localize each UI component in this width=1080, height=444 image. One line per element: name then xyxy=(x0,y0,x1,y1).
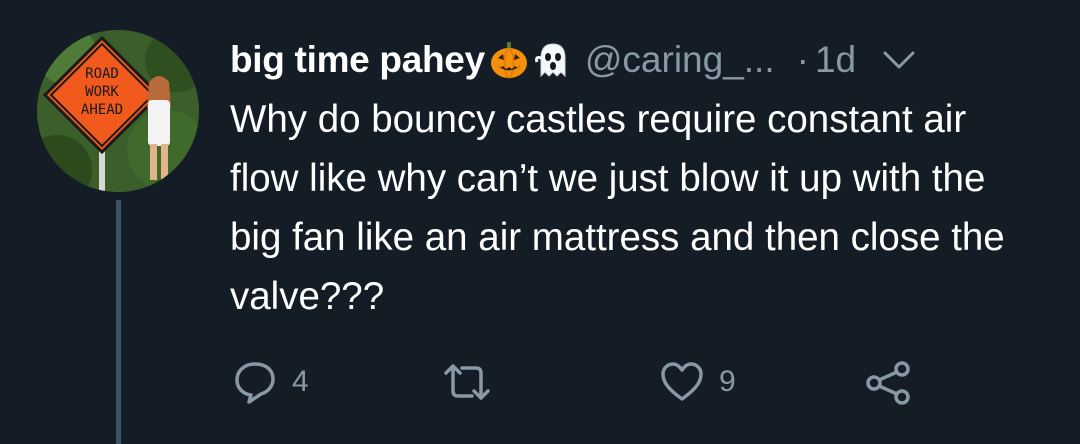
tweet-text: Why do bouncy castles require constant a… xyxy=(230,98,1005,318)
jack-o-lantern-icon xyxy=(490,42,527,79)
reply-button[interactable]: 4 xyxy=(232,357,309,407)
display-name[interactable]: big time pahey xyxy=(230,39,485,81)
reply-count: 4 xyxy=(292,365,309,398)
retweet-button[interactable] xyxy=(440,357,508,407)
like-count: 9 xyxy=(719,365,736,398)
sign-text-line-3: AHEAD xyxy=(81,102,123,118)
tweet-header: big time pahey @caring_... · 1d xyxy=(230,32,1050,88)
reply-icon xyxy=(235,362,275,404)
timestamp[interactable]: 1d xyxy=(815,39,856,81)
share-button[interactable] xyxy=(864,357,914,407)
ghost-icon xyxy=(534,43,566,78)
like-button[interactable]: 9 xyxy=(659,357,736,407)
tweet-actions: 4 9 xyxy=(232,357,932,407)
avatar[interactable]: ROAD WORK AHEAD xyxy=(37,30,199,192)
chevron-down-icon[interactable] xyxy=(882,49,916,71)
user-handle[interactable]: @caring_... xyxy=(585,39,775,81)
avatar-column: ROAD WORK AHEAD xyxy=(37,30,199,192)
thread-line xyxy=(116,200,121,444)
retweet-icon xyxy=(444,364,490,400)
share-icon xyxy=(866,361,910,405)
heart-icon xyxy=(661,362,703,401)
sign-text-line-2: WORK xyxy=(85,84,119,100)
avatar-image: ROAD WORK AHEAD xyxy=(37,30,199,192)
tweet[interactable]: ROAD WORK AHEAD big time pahey @caring_.… xyxy=(0,0,1080,444)
tweet-content: big time pahey @caring_... · 1d Why do b… xyxy=(230,32,1050,326)
sign-text-line-1: ROAD xyxy=(85,66,119,82)
separator-dot: · xyxy=(796,39,809,80)
